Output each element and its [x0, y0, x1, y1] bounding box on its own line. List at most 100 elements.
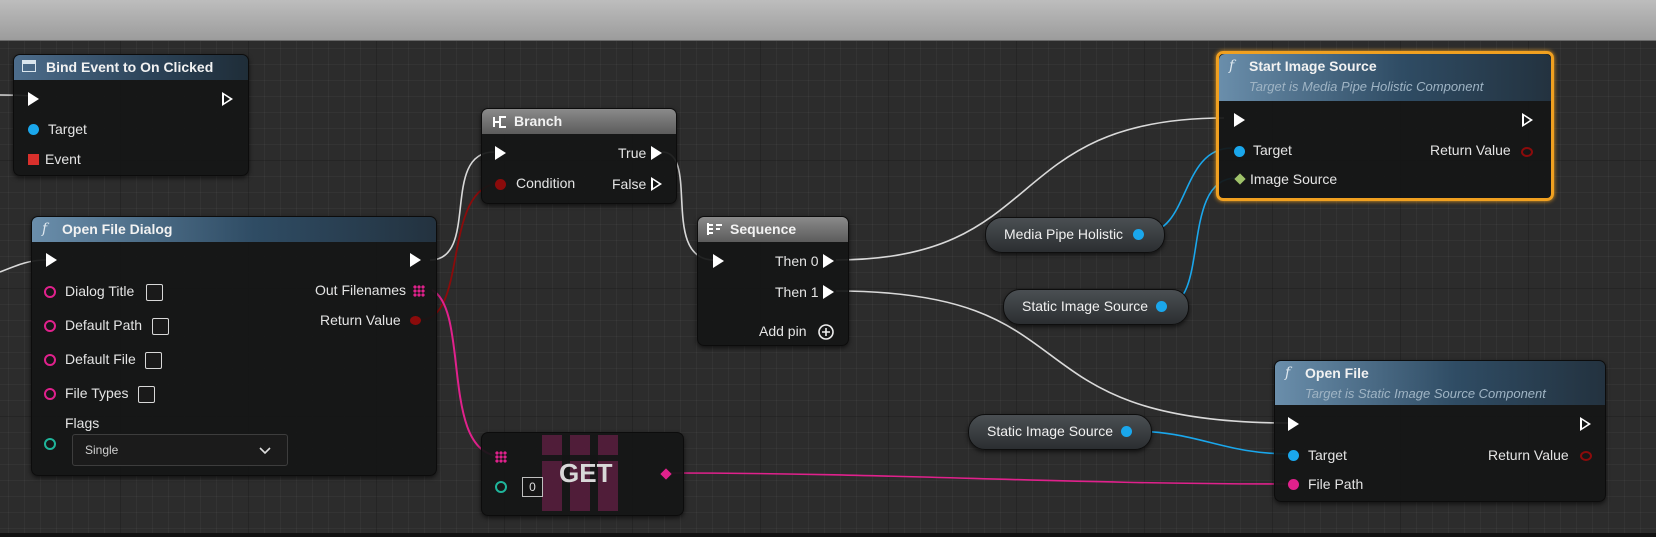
- branch-icon: [493, 116, 506, 128]
- get-title: GET: [559, 458, 613, 488]
- return-value-pin[interactable]: [1580, 451, 1592, 461]
- static-image-source-out-pin-2[interactable]: [1121, 426, 1132, 437]
- exec-out-pin[interactable]: [222, 92, 233, 106]
- image-source-label: Image Source: [1250, 171, 1338, 187]
- index-pin[interactable]: [495, 481, 507, 493]
- flags-dropdown-value: Single: [85, 443, 119, 457]
- add-pin-label[interactable]: Add pin: [759, 323, 806, 339]
- condition-label: Condition: [516, 175, 576, 191]
- file-types-input[interactable]: [138, 386, 155, 403]
- array-in-pin[interactable]: [495, 451, 507, 463]
- open-file-dialog-header[interactable]: f Open File Dialog: [32, 217, 436, 242]
- start-image-source-title: Start Image Source: [1249, 58, 1377, 74]
- media-pipe-holistic-variable[interactable]: Media Pipe Holistic: [985, 217, 1165, 253]
- start-image-source-subtitle: Target is Media Pipe Holistic Component: [1249, 79, 1484, 94]
- dialog-title-input[interactable]: [146, 284, 163, 301]
- function-icon: f: [1285, 365, 1291, 381]
- function-icon: f: [1229, 58, 1235, 74]
- exec-in-pin[interactable]: [1234, 113, 1245, 127]
- static-image-source-variable[interactable]: Static Image Source: [1003, 289, 1189, 325]
- bind-event-header[interactable]: Bind Event to On Clicked: [14, 55, 248, 80]
- false-label: False: [612, 176, 647, 192]
- bind-event-node[interactable]: Bind Event to On Clicked Target Event: [13, 54, 249, 176]
- image-source-pin[interactable]: [1234, 173, 1246, 185]
- condition-pin[interactable]: [495, 179, 506, 190]
- event-pin[interactable]: [28, 154, 39, 165]
- editor-top-bar: [0, 0, 1656, 41]
- true-exec-pin[interactable]: [651, 146, 662, 160]
- file-types-pin[interactable]: [44, 388, 56, 400]
- true-label: True: [618, 145, 647, 161]
- then1-exec-pin[interactable]: [823, 285, 834, 299]
- false-exec-pin[interactable]: [651, 177, 662, 191]
- sequence-title: Sequence: [730, 221, 797, 237]
- then0-label: Then 0: [775, 253, 819, 269]
- then1-label: Then 1: [775, 284, 819, 300]
- target-pin[interactable]: [1288, 450, 1299, 461]
- flags-pin[interactable]: [44, 438, 56, 450]
- exec-in-pin[interactable]: [495, 146, 506, 160]
- exec-out-pin[interactable]: [410, 253, 421, 267]
- default-path-pin[interactable]: [44, 320, 56, 332]
- target-pin[interactable]: [1234, 146, 1245, 157]
- default-path-input[interactable]: [152, 318, 169, 335]
- open-file-header[interactable]: f Open File Target is Static Image Sourc…: [1275, 361, 1605, 405]
- media-pipe-holistic-out-pin[interactable]: [1133, 229, 1144, 240]
- add-pin-icon[interactable]: [817, 323, 835, 341]
- exec-in-pin[interactable]: [713, 254, 724, 268]
- default-file-input[interactable]: [145, 352, 162, 369]
- get-output-pin[interactable]: [660, 468, 672, 480]
- out-filenames-array-pin[interactable]: [413, 285, 425, 297]
- open-file-title: Open File: [1305, 365, 1369, 381]
- index-input[interactable]: 0: [522, 477, 543, 497]
- out-filenames-label: Out Filenames: [315, 282, 407, 298]
- event-dispatcher-icon: [22, 60, 36, 72]
- file-types-label: File Types: [65, 385, 129, 401]
- exec-out-pin[interactable]: [1522, 113, 1533, 127]
- static-image-source-out-pin[interactable]: [1156, 301, 1167, 312]
- static-image-source-label: Static Image Source: [1022, 298, 1149, 314]
- array-get-node[interactable]: 0 GET: [481, 432, 684, 516]
- open-file-dialog-node[interactable]: f Open File Dialog Dialog Title Default …: [31, 216, 437, 476]
- branch-title: Branch: [514, 113, 563, 129]
- target-label: Target: [48, 121, 87, 137]
- exec-in-pin[interactable]: [1288, 417, 1299, 431]
- return-value-label: Return Value: [320, 312, 401, 328]
- target-pin[interactable]: [28, 124, 39, 135]
- flags-dropdown[interactable]: Single: [72, 434, 288, 466]
- default-path-label: Default Path: [65, 317, 143, 333]
- return-value-pin[interactable]: [410, 316, 421, 325]
- default-file-label: Default File: [65, 351, 136, 367]
- exec-in-pin[interactable]: [28, 92, 39, 106]
- target-label: Target: [1253, 142, 1292, 158]
- branch-header[interactable]: Branch: [482, 109, 676, 134]
- exec-in-pin[interactable]: [46, 253, 57, 267]
- file-path-label: File Path: [1308, 476, 1364, 492]
- media-pipe-holistic-label: Media Pipe Holistic: [1004, 226, 1124, 242]
- return-value-label: Return Value: [1430, 142, 1511, 158]
- file-path-pin[interactable]: [1288, 479, 1299, 490]
- branch-node[interactable]: Branch True Condition False: [481, 108, 677, 204]
- open-file-node[interactable]: f Open File Target is Static Image Sourc…: [1274, 360, 1606, 502]
- function-icon: f: [42, 221, 48, 237]
- bind-event-title: Bind Event to On Clicked: [46, 59, 214, 75]
- dialog-title-label: Dialog Title: [65, 283, 135, 299]
- dialog-title-pin[interactable]: [44, 286, 56, 298]
- start-image-source-node[interactable]: f Start Image Source Target is Media Pip…: [1216, 51, 1554, 201]
- flags-label: Flags: [65, 415, 100, 431]
- exec-out-pin[interactable]: [1580, 417, 1591, 431]
- target-label: Target: [1308, 447, 1347, 463]
- graph-bottom-edge: [0, 533, 1656, 537]
- static-image-source-variable-2[interactable]: Static Image Source: [968, 414, 1152, 450]
- start-image-source-header[interactable]: f Start Image Source Target is Media Pip…: [1219, 54, 1551, 101]
- chevron-down-icon: [259, 447, 271, 455]
- sequence-header[interactable]: Sequence: [698, 217, 848, 242]
- return-value-label: Return Value: [1488, 447, 1569, 463]
- open-file-dialog-title: Open File Dialog: [62, 221, 173, 237]
- sequence-icon: [707, 223, 722, 235]
- static-image-source-label-2: Static Image Source: [987, 423, 1114, 439]
- return-value-pin[interactable]: [1521, 147, 1533, 157]
- default-file-pin[interactable]: [44, 354, 56, 366]
- then0-exec-pin[interactable]: [823, 254, 834, 268]
- sequence-node[interactable]: Sequence Then 0 Then 1 Add pin: [697, 216, 849, 346]
